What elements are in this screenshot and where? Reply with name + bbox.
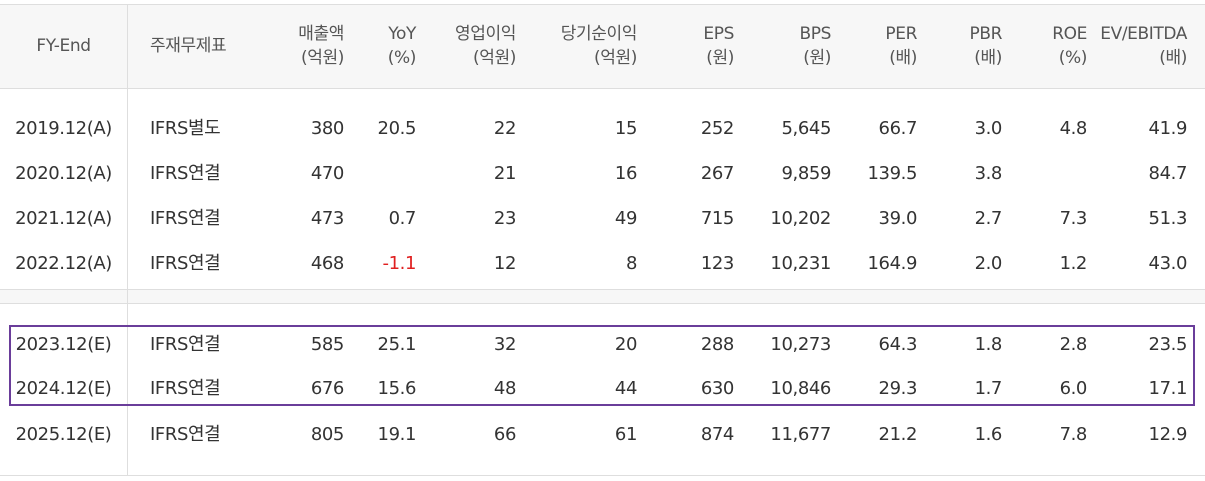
header-revenue: 매출액 — [298, 24, 344, 44]
cell-eps: 874 — [700, 424, 735, 445]
header-ev-ebitda: EV/EBITDA — [1100, 24, 1187, 44]
table-top-border — [0, 4, 1205, 5]
header-roe: ROE — [1052, 24, 1087, 44]
header-bps-unit: (원) — [803, 48, 831, 68]
cell-op-income: 22 — [493, 118, 517, 139]
cell-net-income: 16 — [614, 163, 638, 184]
cell-ev-ebitda: 12.9 — [1148, 424, 1188, 445]
cell-eps: 252 — [700, 118, 735, 139]
cell-eps: 123 — [700, 253, 735, 274]
cell-fy-end: 2025.12(E) — [15, 424, 112, 445]
cell-fy-end: 2022.12(A) — [15, 253, 112, 274]
cell-revenue: 805 — [310, 424, 345, 445]
cell-net-income: 61 — [614, 424, 638, 445]
cell-bps: 10,202 — [770, 208, 831, 229]
cell-pbr: 3.0 — [974, 118, 1003, 139]
header-pbr: PBR — [969, 24, 1002, 44]
cell-bps: 11,677 — [770, 424, 831, 445]
cell-yoy: 19.1 — [377, 424, 417, 445]
financial-table: FY-End 주재무제표 매출액 (억원) YoY (%) 영업이익 (억원) … — [0, 0, 1205, 481]
cell-basis: IFRS연결 — [150, 208, 221, 229]
cell-revenue: 468 — [310, 253, 345, 274]
cell-basis: IFRS별도 — [150, 118, 221, 139]
header-eps: EPS — [703, 24, 734, 44]
cell-basis: IFRS연결 — [150, 424, 221, 445]
header-fy-end: FY-End — [36, 36, 91, 56]
cell-eps: 267 — [700, 163, 735, 184]
cell-revenue: 470 — [310, 163, 345, 184]
cell-ev-ebitda: 41.9 — [1148, 118, 1188, 139]
cell-net-income: 49 — [614, 208, 638, 229]
cell-fy-end: 2019.12(A) — [15, 118, 112, 139]
header-yoy: YoY — [388, 24, 416, 44]
cell-ev-ebitda: 51.3 — [1148, 208, 1188, 229]
cell-eps: 715 — [700, 208, 735, 229]
cell-per: 139.5 — [867, 163, 917, 184]
cell-pbr: 3.8 — [974, 163, 1003, 184]
header-net-income: 당기순이익 — [560, 24, 638, 44]
cell-yoy: 0.7 — [388, 208, 417, 229]
header-op-income-unit: (억원) — [473, 48, 516, 68]
header-divider — [0, 88, 1205, 89]
header-yoy-unit: (%) — [387, 48, 417, 68]
cell-yoy: 20.5 — [377, 118, 417, 139]
cell-yoy: -1.1 — [382, 253, 416, 274]
header-eps-unit: (원) — [706, 48, 734, 68]
header-per-unit: (배) — [889, 48, 917, 68]
cell-bps: 9,859 — [781, 163, 831, 184]
cell-ev-ebitda: 84.7 — [1148, 163, 1188, 184]
cell-per: 39.0 — [878, 208, 918, 229]
cell-ev-ebitda: 43.0 — [1148, 253, 1188, 274]
cell-bps: 10,231 — [770, 253, 831, 274]
cell-net-income: 8 — [625, 253, 637, 274]
header-pbr-unit: (배) — [974, 48, 1002, 68]
row-group-gap — [0, 289, 1205, 303]
header-op-income: 영업이익 — [455, 24, 516, 44]
cell-bps: 5,645 — [781, 118, 831, 139]
cell-roe: 1.2 — [1059, 253, 1088, 274]
cell-pbr: 2.7 — [974, 208, 1003, 229]
header-net-income-unit: (억원) — [594, 48, 637, 68]
cell-fy-end: 2020.12(A) — [15, 163, 112, 184]
cell-basis: IFRS연결 — [150, 163, 221, 184]
cell-revenue: 473 — [310, 208, 345, 229]
cell-revenue: 380 — [310, 118, 345, 139]
header-roe-unit: (%) — [1058, 48, 1088, 68]
cell-net-income: 15 — [614, 118, 638, 139]
estimate-highlight-box — [9, 325, 1195, 406]
cell-op-income: 66 — [493, 424, 517, 445]
cell-op-income: 12 — [493, 253, 517, 274]
header-ev-ebitda-unit: (배) — [1159, 48, 1187, 68]
gap-bottom-border — [0, 303, 1205, 304]
cell-op-income: 21 — [493, 163, 517, 184]
cell-pbr: 2.0 — [974, 253, 1003, 274]
header-basis: 주재무제표 — [150, 36, 227, 56]
cell-per: 66.7 — [878, 118, 918, 139]
cell-fy-end: 2021.12(A) — [15, 208, 112, 229]
gap-top-border — [0, 289, 1205, 290]
table-bottom-border — [0, 475, 1205, 476]
cell-roe: 7.8 — [1059, 424, 1088, 445]
cell-per: 21.2 — [878, 424, 918, 445]
cell-basis: IFRS연결 — [150, 253, 221, 274]
header-per: PER — [885, 24, 917, 44]
cell-roe: 7.3 — [1059, 208, 1088, 229]
header-bps: BPS — [799, 24, 831, 44]
cell-per: 164.9 — [867, 253, 917, 274]
cell-op-income: 23 — [493, 208, 517, 229]
cell-pbr: 1.6 — [974, 424, 1003, 445]
cell-roe: 4.8 — [1059, 118, 1088, 139]
header-revenue-unit: (억원) — [301, 48, 344, 68]
